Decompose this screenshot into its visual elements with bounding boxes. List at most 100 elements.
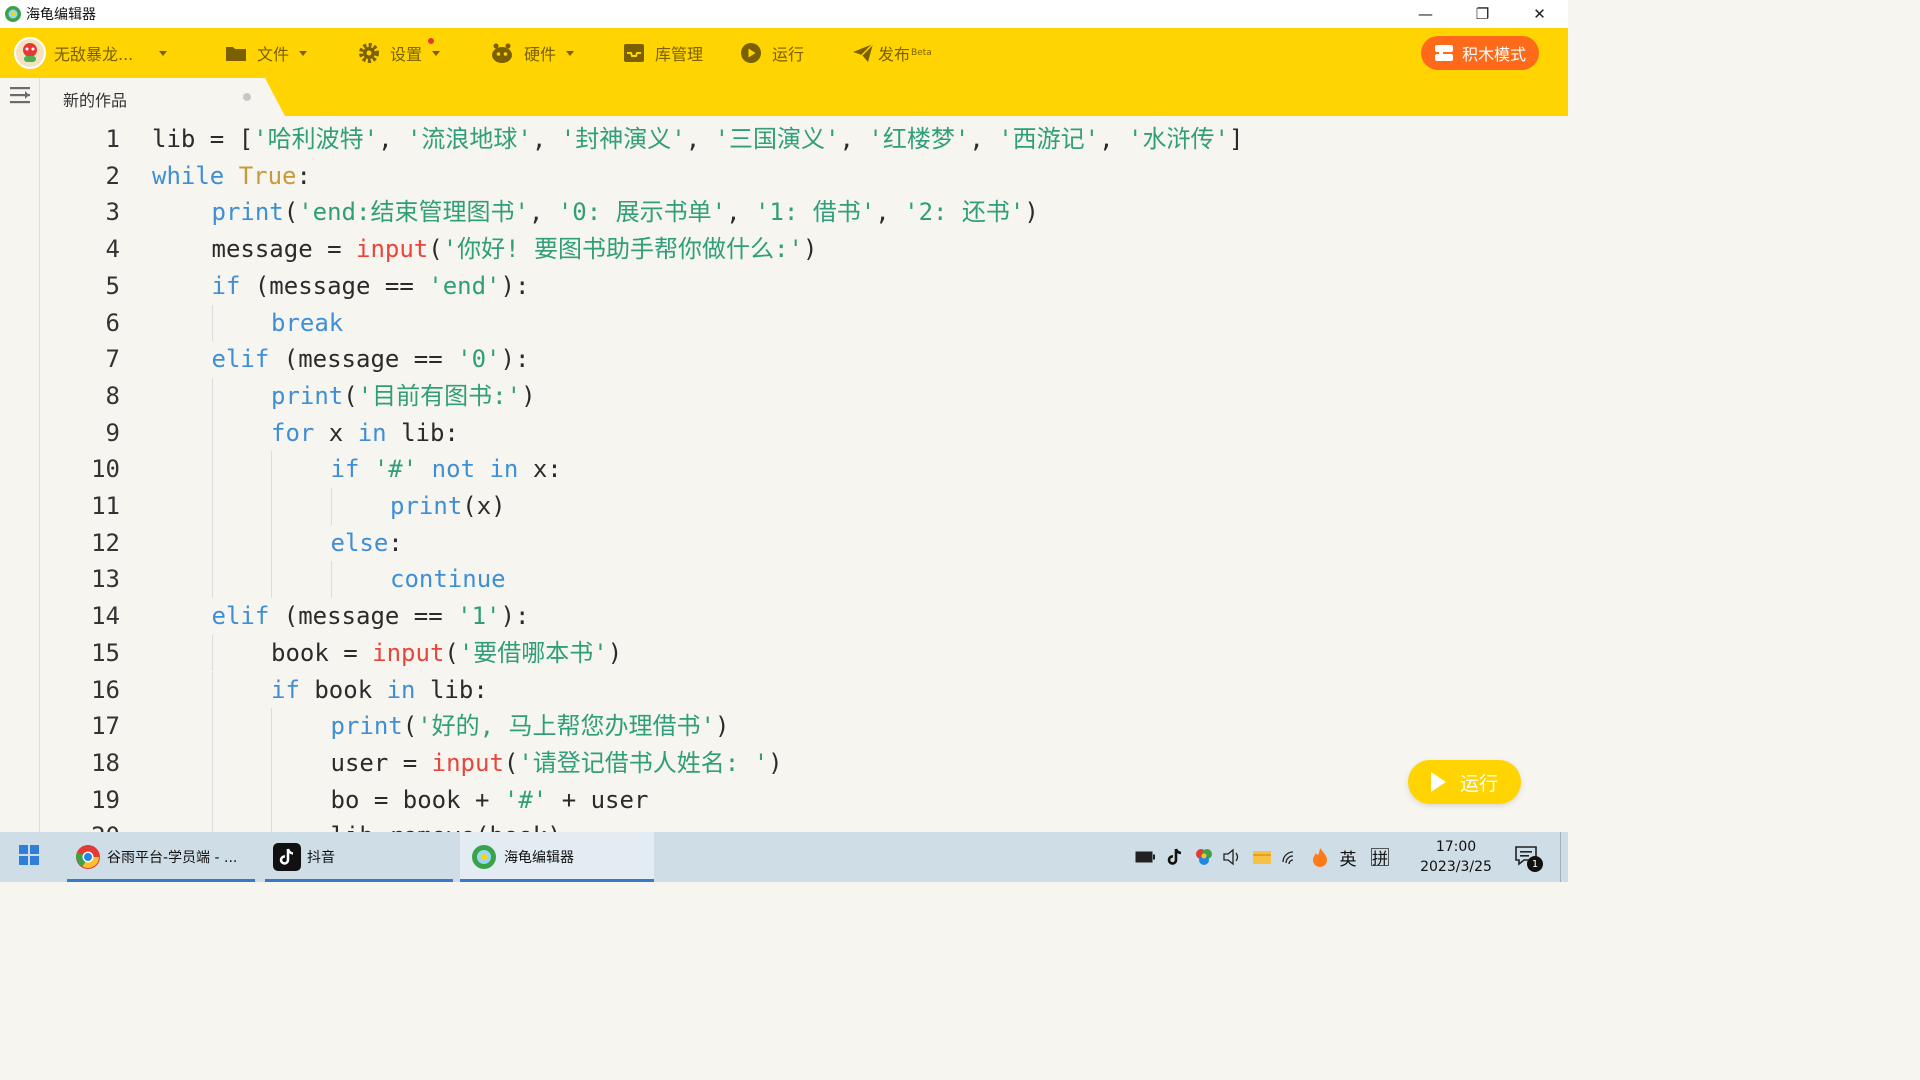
publish-button[interactable]: 发布 Beta — [852, 28, 932, 78]
volume-icon[interactable] — [1222, 846, 1244, 868]
code-token-op: ) — [1024, 198, 1039, 227]
code-line[interactable]: 20 lib.remove(book) — [40, 818, 1568, 832]
sidebar-toggle-button[interactable] — [0, 78, 40, 116]
code-line[interactable]: 9 for x in lib: — [40, 414, 1568, 452]
wifi-icon[interactable] — [1280, 846, 1302, 868]
code-token-kw: elif — [211, 345, 270, 374]
line-number: 20 — [40, 818, 120, 832]
settings-menu[interactable]: 设置 — [358, 28, 441, 78]
play-icon — [1430, 772, 1446, 792]
tab-strip: 新的作品 — [0, 78, 1568, 116]
code-text: lib.remove(book) — [331, 818, 562, 832]
code-token-op: lib = [ — [152, 125, 254, 153]
library-label: 库管理 — [655, 45, 704, 64]
code-line[interactable]: 4 message = input('你好! 要图书助手帮你做什么:') — [40, 231, 1568, 268]
color-pinwheel-icon[interactable] — [1193, 846, 1215, 868]
code-line[interactable]: 18 user = input('请登记借书人姓名: ') — [40, 744, 1568, 782]
code-line[interactable]: 16 if book in lib: — [40, 671, 1568, 709]
indent-guide — [271, 708, 272, 745]
code-token-op: , — [839, 125, 869, 153]
taskbar-item-browser[interactable]: 谷雨平台-学员端 - ... — [67, 832, 255, 882]
ime-mode-indicator[interactable]: 拼 — [1371, 848, 1389, 868]
code-token-str: '红楼梦' — [868, 125, 970, 153]
toolbar-run-button[interactable]: 运行 — [740, 28, 804, 78]
code-text: print(x) — [390, 488, 506, 525]
hardware-menu[interactable]: 硬件 — [490, 28, 575, 78]
flame-app-icon[interactable] — [1309, 846, 1331, 868]
code-token-kw: for — [271, 418, 315, 447]
windows-logo-icon — [19, 845, 39, 869]
code-token-fn: print — [211, 198, 284, 227]
start-button[interactable] — [0, 832, 58, 882]
line-number: 2 — [105, 161, 120, 190]
code-line[interactable]: 5 if (message == 'end'): — [40, 268, 1568, 305]
code-line[interactable]: 3 print('end:结束管理图书', '0: 展示书单', '1: 借书',… — [40, 194, 1568, 231]
tab-new-project[interactable]: 新的作品 — [40, 78, 285, 116]
code-line[interactable]: 15 book = input('要借哪本书') — [40, 634, 1568, 672]
indent-guide — [211, 818, 213, 832]
code-token-op: ] — [1228, 125, 1244, 153]
code-token-str: '1' — [457, 602, 501, 631]
tiktok-tray-icon[interactable] — [1164, 846, 1186, 868]
code-text: book = input('要借哪本书') — [271, 635, 622, 672]
chevron-down-icon — [159, 50, 168, 56]
code-line[interactable]: 19 bo = book + '#' + user — [40, 781, 1568, 819]
code-token-op: (message == — [269, 602, 458, 631]
code-token-op: lib: — [415, 675, 488, 704]
close-button[interactable]: ✕ — [1511, 0, 1568, 28]
code-line[interactable]: 2 while True: — [40, 158, 1568, 195]
taskbar-item-label: 抖音 — [307, 850, 335, 866]
code-line[interactable]: 7 elif (message == '0'): — [40, 341, 1568, 378]
code-line[interactable]: 10 if '#' not in x: — [40, 451, 1568, 488]
line-number: 15 — [91, 638, 120, 667]
indent-guide — [271, 781, 272, 819]
ime-language-indicator[interactable]: 英 — [1337, 846, 1359, 870]
indent-guide — [211, 377, 213, 415]
indent-guide — [271, 561, 272, 599]
code-token-str: '0' — [457, 345, 501, 374]
code-token-str: '三国演义' — [714, 125, 840, 153]
block-mode-button[interactable]: 积木模式 — [1421, 36, 1539, 70]
floating-run-button[interactable]: 运行 — [1408, 760, 1521, 804]
line-number: 10 — [91, 455, 120, 484]
clock[interactable]: 17:00 2023/3/25 — [1410, 837, 1502, 877]
code-token-kw: while — [152, 161, 225, 190]
floating-run-label: 运行 — [1459, 772, 1498, 795]
restore-button[interactable]: ❐ — [1454, 0, 1511, 28]
code-line[interactable]: 11 print(x) — [40, 488, 1568, 525]
code-token-op: bo = book + — [330, 785, 504, 814]
code-line[interactable]: 1 lib = ['哈利波特', '流浪地球', '封神演义', '三国演义', … — [40, 121, 1568, 158]
file-menu-label: 文件 — [257, 45, 290, 64]
battery-icon[interactable] — [1134, 846, 1156, 868]
code-token-str: '你好! 要图书助手帮你做什么:' — [442, 235, 803, 264]
code-line[interactable]: 13 continue — [40, 561, 1568, 599]
code-line[interactable]: 12 else: — [40, 524, 1568, 562]
code-line[interactable]: 17 print('好的, 马上帮您办理借书') — [40, 708, 1568, 745]
notification-center-button[interactable]: 1 — [1515, 846, 1545, 872]
code-token-kw: elif — [211, 602, 270, 631]
code-line[interactable]: 6 break — [40, 304, 1568, 342]
code-line[interactable]: 8 print('目前有图书:') — [40, 377, 1568, 415]
taskbar-item-douyin[interactable]: 抖音 — [265, 832, 453, 882]
minimize-button[interactable]: — — [1397, 0, 1454, 28]
show-desktop-button[interactable] — [1560, 832, 1568, 882]
indent-guide — [211, 488, 213, 525]
code-token-kw: if — [211, 271, 241, 300]
user-menu[interactable]: 无敌暴龙... — [14, 28, 168, 78]
library-button[interactable]: 库管理 — [623, 28, 703, 78]
chevron-down-icon — [299, 50, 308, 56]
clock-date: 2023/3/25 — [1420, 859, 1492, 875]
code-line[interactable]: 14 elif (message == '1'): — [40, 598, 1568, 635]
taskbar-item-editor[interactable]: 海龟编辑器 — [460, 832, 654, 882]
code-token-str: '0: 展示书单' — [557, 198, 727, 227]
code-text: message = input('你好! 要图书助手帮你做什么:') — [212, 231, 818, 268]
code-editor[interactable]: 1 lib = ['哈利波特', '流浪地球', '封神演义', '三国演义', … — [0, 116, 1568, 832]
code-token-op: ): — [500, 345, 530, 374]
line-number: 9 — [105, 418, 120, 447]
code-token-str: '西游记' — [998, 125, 1100, 153]
folder-tray-icon[interactable] — [1251, 846, 1273, 868]
file-menu[interactable]: 文件 — [225, 28, 308, 78]
unsaved-dot-icon[interactable] — [243, 93, 251, 101]
beta-badge: Beta — [911, 48, 932, 58]
code-token-in: input — [356, 235, 429, 264]
